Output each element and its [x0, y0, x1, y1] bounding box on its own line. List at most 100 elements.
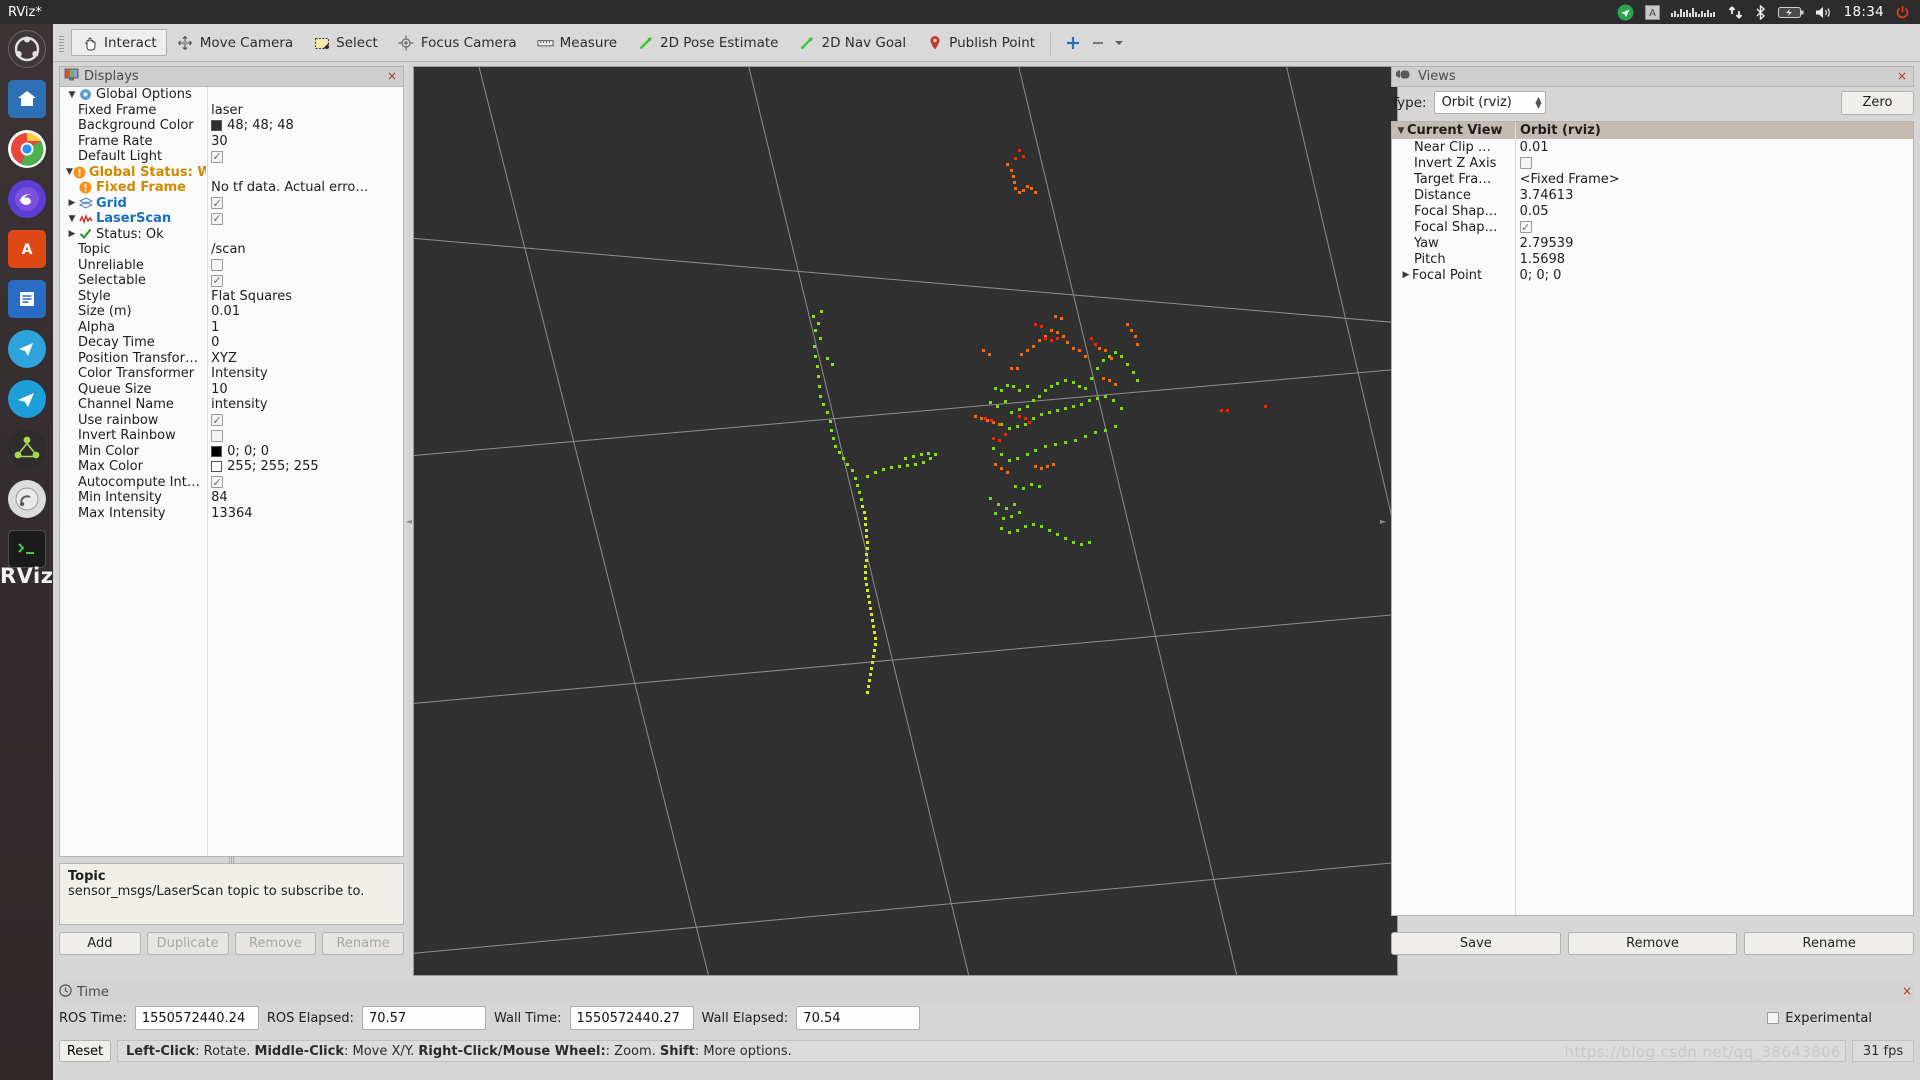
- add-display-button[interactable]: Add: [59, 932, 141, 955]
- tool-menu-chevron-icon[interactable]: [1110, 34, 1127, 51]
- volume-icon[interactable]: [1815, 5, 1833, 20]
- tool-focus-camera[interactable]: Focus Camera: [388, 29, 527, 56]
- display-property-row[interactable]: Autocompute Int…: [60, 475, 403, 491]
- wall-elapsed-field[interactable]: 70.54: [796, 1006, 921, 1030]
- ros-elapsed-field[interactable]: 70.57: [361, 1006, 486, 1030]
- views-tree[interactable]: ▼ Current View Orbit (rviz) Near Clip … 0…: [1391, 121, 1914, 916]
- display-property-value-cell[interactable]: 255; 255; 255: [206, 459, 403, 474]
- display-property-value-cell[interactable]: intensity: [206, 397, 403, 412]
- view-property-row[interactable]: Target Fra… <Fixed Frame>: [1392, 171, 1913, 187]
- display-property-row[interactable]: ▶ Status: Ok: [60, 227, 403, 243]
- dock-item-telegram[interactable]: [0, 324, 53, 374]
- view-property-value-cell[interactable]: [1515, 157, 1913, 169]
- experimental-toggle[interactable]: Experimental: [1767, 1011, 1914, 1026]
- display-property-value-cell[interactable]: [206, 197, 403, 210]
- view-property-row[interactable]: Yaw 2.79539: [1392, 235, 1913, 251]
- tool-move-camera[interactable]: Move Camera: [167, 29, 303, 56]
- property-checkbox[interactable]: [211, 274, 224, 287]
- close-icon[interactable]: ×: [385, 70, 399, 84]
- property-checkbox[interactable]: [211, 476, 224, 489]
- display-property-value-cell[interactable]: [206, 429, 403, 442]
- property-checkbox[interactable]: [211, 197, 224, 210]
- close-icon[interactable]: ×: [1895, 70, 1909, 84]
- remove-display-button[interactable]: Remove: [234, 932, 317, 955]
- view-property-value-cell[interactable]: 0; 0; 0: [1515, 268, 1913, 283]
- dock-item-telegram-alt[interactable]: [0, 374, 53, 424]
- property-checkbox[interactable]: [211, 429, 224, 442]
- tool-2d-nav-goal[interactable]: 2D Nav Goal: [789, 29, 917, 56]
- display-property-row[interactable]: Background Color 48; 48; 48: [60, 118, 403, 134]
- expand-arrow-icon[interactable]: ▼: [66, 90, 78, 100]
- view-property-value-cell[interactable]: 3.74613: [1515, 188, 1913, 203]
- experimental-checkbox[interactable]: [1767, 1012, 1780, 1024]
- display-property-value-cell[interactable]: Flat Squares: [206, 289, 403, 304]
- display-property-row[interactable]: Channel Name intensity: [60, 397, 403, 413]
- display-property-row[interactable]: Alpha 1: [60, 320, 403, 336]
- tool-publish-point[interactable]: Publish Point: [916, 29, 1045, 56]
- view-property-row[interactable]: ▶ Focal Point 0; 0; 0: [1392, 267, 1913, 283]
- collapse-arrow-icon[interactable]: ▼: [1395, 126, 1407, 136]
- dock-item-chrome[interactable]: [0, 124, 53, 174]
- display-property-value-cell[interactable]: Intensity: [206, 366, 403, 381]
- view-property-row[interactable]: Near Clip … 0.01: [1392, 139, 1913, 155]
- display-property-row[interactable]: ▼ Global Status: W...: [60, 165, 403, 181]
- display-property-row[interactable]: Use rainbow: [60, 413, 403, 429]
- tool-select[interactable]: Select: [303, 29, 388, 56]
- display-property-value-cell[interactable]: [206, 476, 403, 489]
- view-property-row[interactable]: Focal Shap…: [1392, 219, 1913, 235]
- display-property-value-cell[interactable]: XYZ: [206, 351, 403, 366]
- power-icon[interactable]: [1895, 5, 1910, 20]
- property-checkbox[interactable]: [211, 259, 224, 272]
- rename-view-button[interactable]: Rename: [1744, 932, 1915, 955]
- spinner-arrows-icon[interactable]: ▲ ▼: [1535, 95, 1541, 109]
- dock-item-firefox[interactable]: [0, 174, 53, 224]
- color-swatch[interactable]: [211, 445, 223, 457]
- display-property-value-cell[interactable]: [206, 212, 403, 225]
- bluetooth-icon[interactable]: [1754, 4, 1767, 20]
- dock-item-gazebo[interactable]: [0, 474, 53, 524]
- display-property-row[interactable]: Unreliable: [60, 258, 403, 274]
- save-view-button[interactable]: Save: [1391, 932, 1561, 955]
- property-checkbox[interactable]: [211, 212, 224, 225]
- add-tool-icon[interactable]: [1064, 34, 1081, 51]
- battery-icon[interactable]: [1777, 6, 1804, 19]
- display-property-row[interactable]: Position Transfor… XYZ: [60, 351, 403, 367]
- display-property-row[interactable]: Queue Size 10: [60, 382, 403, 398]
- dock-item-libreoffice-writer[interactable]: [0, 274, 53, 324]
- display-property-value-cell[interactable]: /scan: [206, 242, 403, 257]
- toolbar-drag-handle[interactable]: [57, 31, 67, 54]
- display-property-value-cell[interactable]: No tf data. Actual erro…: [206, 180, 403, 195]
- dock-item-ros[interactable]: [0, 424, 53, 474]
- display-property-row[interactable]: Decay Time 0: [60, 335, 403, 351]
- display-property-row[interactable]: ▼ LaserScan: [60, 211, 403, 227]
- display-property-row[interactable]: Selectable: [60, 273, 403, 289]
- system-clock[interactable]: 18:34: [1844, 4, 1884, 20]
- right-splitter-handle[interactable]: [1380, 66, 1386, 976]
- property-checkbox[interactable]: [211, 150, 224, 163]
- wall-time-field[interactable]: 1550572440.27: [569, 1006, 694, 1030]
- keyboard-layout-icon[interactable]: A: [1644, 4, 1660, 20]
- display-property-value-cell[interactable]: [206, 259, 403, 272]
- property-checkbox[interactable]: [1519, 221, 1532, 233]
- rename-display-button[interactable]: Rename: [322, 932, 404, 955]
- display-property-value-cell[interactable]: [206, 274, 403, 287]
- display-property-row[interactable]: Frame Rate 30: [60, 134, 403, 150]
- display-property-value-cell[interactable]: 30: [206, 134, 403, 149]
- view-property-row[interactable]: Distance 3.74613: [1392, 187, 1913, 203]
- network-icon[interactable]: [1728, 5, 1743, 20]
- collapse-arrow-icon[interactable]: ▶: [66, 198, 78, 208]
- zero-view-button[interactable]: Zero: [1841, 90, 1914, 115]
- display-property-value-cell[interactable]: 0.01: [206, 304, 403, 319]
- tool-measure[interactable]: Measure: [527, 29, 627, 56]
- displays-tree[interactable]: ▼ Global Options Fixed Frame laser Backgroun…: [59, 87, 404, 857]
- view-property-value-cell[interactable]: 2.79539: [1515, 236, 1913, 251]
- display-property-value-cell[interactable]: 1: [206, 320, 403, 335]
- close-icon[interactable]: ×: [1900, 985, 1914, 999]
- view-property-row[interactable]: Focal Shap… 0.05: [1392, 203, 1913, 219]
- remove-view-button[interactable]: Remove: [1567, 932, 1738, 955]
- display-property-value-cell[interactable]: [206, 414, 403, 427]
- display-property-row[interactable]: Min Intensity 84: [60, 490, 403, 506]
- render-viewport-3d[interactable]: [413, 66, 1398, 976]
- view-property-value-cell[interactable]: 0.01: [1515, 140, 1913, 155]
- collapse-arrow-icon[interactable]: ▶: [1400, 270, 1412, 280]
